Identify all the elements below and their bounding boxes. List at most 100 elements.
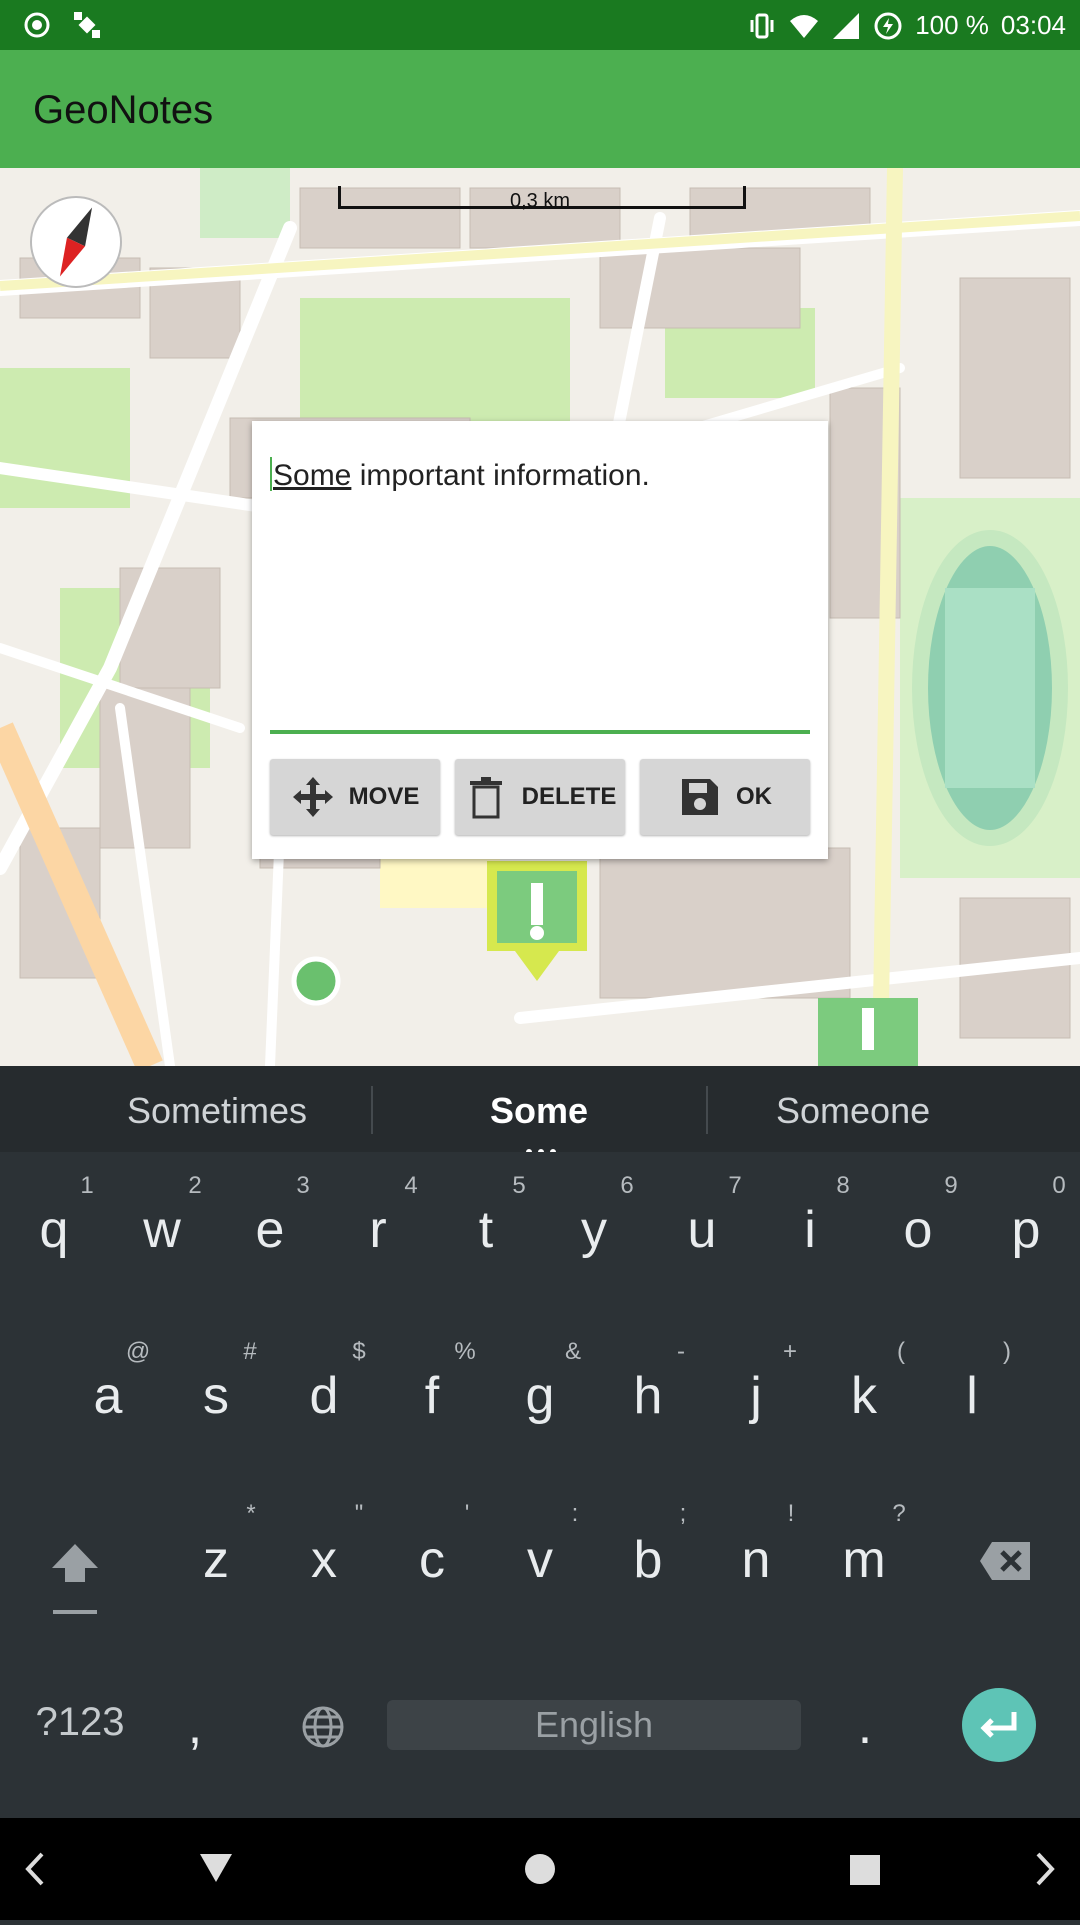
ok-button[interactable]: OK (640, 759, 810, 835)
key-o[interactable]: o (873, 1200, 963, 1260)
key-hint: 8 (836, 1172, 850, 1199)
move-label: MOVE (348, 783, 420, 810)
compass-icon[interactable] (30, 196, 122, 288)
move-icon (292, 777, 333, 817)
key-t[interactable]: t (441, 1200, 531, 1260)
composing-word: Some (273, 459, 352, 492)
key-hint: ' (464, 1500, 470, 1527)
suggestion-left[interactable]: Sometimes (127, 1090, 307, 1132)
suggestion-divider (371, 1086, 373, 1134)
backspace-key[interactable] (978, 1540, 1032, 1582)
key-hint: ? (892, 1500, 906, 1527)
key-y[interactable]: y (549, 1200, 639, 1260)
satellite-icon (74, 12, 100, 38)
nav-left-arrow-icon[interactable] (25, 1852, 44, 1886)
suggestion-divider (706, 1086, 708, 1134)
key-e[interactable]: e (225, 1200, 315, 1260)
app-title: GeoNotes (33, 88, 214, 132)
more-suggestions-icon[interactable] (526, 1142, 556, 1155)
text-cursor (270, 457, 272, 491)
key-h[interactable]: h (603, 1366, 693, 1426)
key-r[interactable]: r (333, 1200, 423, 1260)
key-hint: " (354, 1500, 364, 1527)
enter-key[interactable] (962, 1688, 1036, 1762)
key-hint: % (454, 1338, 476, 1365)
battery-saver-icon (874, 12, 902, 39)
home-icon[interactable] (525, 1854, 555, 1884)
recents-icon[interactable] (850, 1855, 880, 1885)
key-u[interactable]: u (657, 1200, 747, 1260)
key-hint: : (571, 1500, 579, 1527)
key-l[interactable]: l (927, 1366, 1017, 1426)
suggestion-right[interactable]: Someone (776, 1090, 930, 1132)
key-hint: ; (679, 1500, 687, 1527)
record-icon (24, 12, 50, 38)
space-bar[interactable]: English (387, 1700, 801, 1750)
note-text-rest: important information. (351, 459, 650, 492)
note-text-field[interactable]: Some important information. (270, 457, 810, 493)
delete-label: DELETE (521, 783, 617, 810)
delete-button[interactable]: DELETE (455, 759, 625, 835)
key-hint: 1 (80, 1172, 94, 1199)
note-marker[interactable] (487, 861, 587, 981)
key-f[interactable]: f (387, 1366, 477, 1426)
key-i[interactable]: i (765, 1200, 855, 1260)
key-hint: 9 (944, 1172, 958, 1199)
key-p[interactable]: p (981, 1200, 1071, 1260)
key-hint: 4 (404, 1172, 418, 1199)
key-hint: ) (1003, 1338, 1011, 1365)
key-w[interactable]: w (117, 1200, 207, 1260)
key-hint: 7 (728, 1172, 742, 1199)
trash-icon (469, 777, 502, 819)
note-marker[interactable] (818, 998, 918, 1066)
move-button[interactable]: MOVE (270, 759, 440, 835)
key-z[interactable]: z (171, 1530, 261, 1590)
suggestion-center[interactable]: Some (490, 1090, 588, 1132)
note-dialog: Some important information. MOVE DELETE … (252, 421, 828, 859)
key-hint: 3 (296, 1172, 310, 1199)
globe-icon (302, 1706, 344, 1748)
key-g[interactable]: g (495, 1366, 585, 1426)
key-q[interactable]: q (9, 1200, 99, 1260)
key-hint: ( (897, 1338, 905, 1365)
battery-text: 100 % (915, 10, 989, 40)
navigation-bar (0, 1818, 1080, 1920)
language-key[interactable] (300, 1704, 346, 1750)
save-icon (682, 779, 718, 815)
comma-key[interactable]: , (170, 1696, 220, 1756)
key-hint: * (246, 1500, 256, 1527)
enter-icon (980, 1712, 1017, 1738)
key-hint: @ (125, 1338, 151, 1365)
key-a[interactable]: a (63, 1366, 153, 1426)
key-b[interactable]: b (603, 1530, 693, 1590)
ok-label: OK (736, 783, 772, 810)
vibrate-icon (750, 13, 774, 38)
back-icon[interactable] (200, 1854, 232, 1882)
signal-icon (833, 12, 860, 39)
key-x[interactable]: x (279, 1530, 369, 1590)
key-c[interactable]: c (387, 1530, 477, 1590)
key-hint: - (677, 1338, 685, 1365)
text-field-underline (270, 730, 810, 734)
period-key[interactable]: . (840, 1696, 890, 1756)
key-hint: & (564, 1338, 581, 1365)
shift-key[interactable] (50, 1540, 100, 1620)
key-hint: # (243, 1338, 257, 1365)
nav-right-arrow-icon[interactable] (1036, 1852, 1055, 1886)
key-j[interactable]: j (711, 1366, 801, 1426)
key-n[interactable]: n (711, 1530, 801, 1590)
scale-label: 0,3 km (510, 190, 571, 212)
key-hint: + (782, 1338, 797, 1365)
clock: 03:04 (1000, 10, 1066, 40)
symbols-key[interactable]: ?123 (35, 1700, 125, 1745)
key-s[interactable]: s (171, 1366, 261, 1426)
wifi-icon (790, 14, 819, 38)
key-hint: 6 (620, 1172, 634, 1199)
key-v[interactable]: v (495, 1530, 585, 1590)
key-m[interactable]: m (819, 1530, 909, 1590)
key-hint: $ (352, 1338, 366, 1365)
key-k[interactable]: k (819, 1366, 909, 1426)
status-bar: 100 % 03:04 (0, 0, 1080, 50)
key-d[interactable]: d (279, 1366, 369, 1426)
backspace-icon (980, 1542, 1030, 1580)
